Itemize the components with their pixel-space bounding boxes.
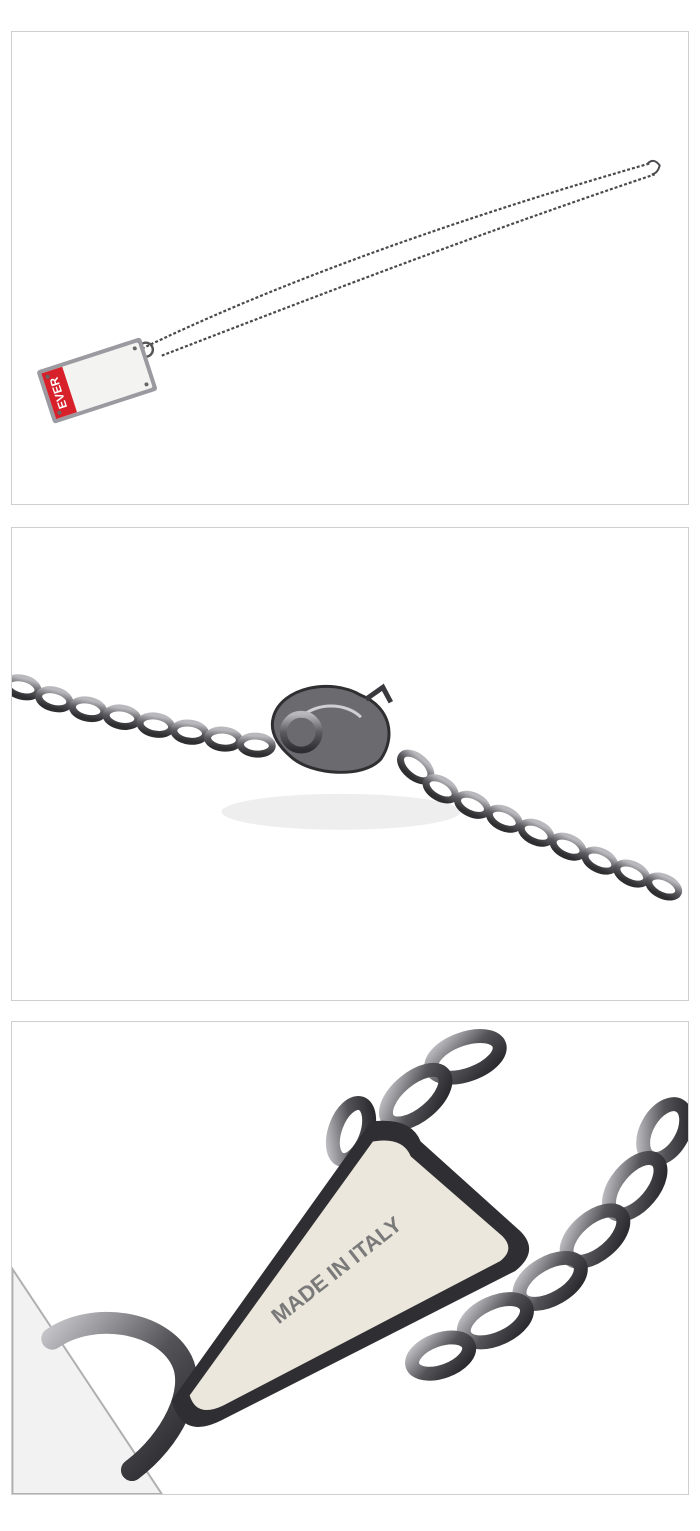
clasp-closeup-image — [12, 674, 683, 901]
pendant-tag: EVER — [37, 337, 157, 424]
chain-links-left — [12, 674, 276, 758]
clasp-closeup-photo — [11, 527, 689, 1001]
lobster-clasp — [270, 683, 394, 774]
necklace-full-photo: EVER — [11, 31, 689, 505]
necklace-full-image: EVER — [37, 159, 661, 424]
chain-strand-lower — [161, 173, 656, 357]
chain-strand-upper — [141, 162, 651, 350]
chain-links-right — [397, 749, 683, 901]
pendant-bail: MADE IN ITALY — [171, 1120, 530, 1427]
bail-closeup-image: MADE IN ITALY — [12, 1029, 688, 1494]
bail-closeup-photo: MADE IN ITALY — [11, 1021, 689, 1495]
